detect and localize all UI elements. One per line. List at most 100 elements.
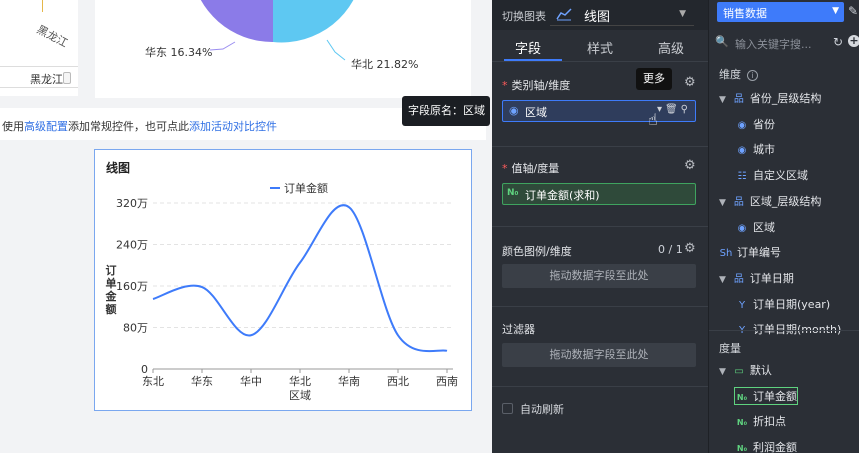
measures-title: 度量 (719, 342, 741, 355)
helper-prefix: 使用 (2, 120, 24, 133)
hierarchy-icon: 品 (733, 196, 744, 208)
pie-label-north: 华北 21.82% (351, 58, 419, 71)
category-gear-icon[interactable]: ⚙ (684, 75, 696, 90)
map-chart-card[interactable]: 黑龙江 黑龙江 (0, 0, 78, 96)
auto-refresh-label: 自动刷新 (520, 403, 564, 416)
search-icon: 🔍 (715, 35, 729, 48)
tab-style[interactable]: 样式 (587, 38, 613, 57)
field-tree-item[interactable]: ◉ 省份 (735, 116, 775, 132)
filter-title: 过滤器 (502, 323, 535, 336)
field-search[interactable]: 🔍 输入关键字搜... (715, 34, 833, 52)
report-canvas: 黑龙江 黑龙江 华东 16.34% 华北 21.82% 使用高级配置添加常规控件… (0, 0, 492, 453)
section-divider (492, 306, 708, 307)
range-handle[interactable] (63, 72, 71, 84)
field-tree-label: 订单金额 (753, 389, 797, 403)
data-panel: 销售数据 ▼ ✎ 🔍 输入关键字搜... ↻ + 维度 i ▼ 品省份_层级结构 ◉ 省… (708, 0, 859, 453)
location-icon: ◉ (737, 119, 747, 131)
chart-type-select[interactable]: 线图 ▼ (550, 4, 694, 26)
line-chart: 080万160万240万320万东北 华东 华中 华北 华南 西北 西南区域订单金额订单金额 (105, 181, 459, 402)
hand-cursor-icon: ☝ (648, 110, 658, 129)
add-field-icon[interactable]: + (848, 35, 859, 47)
y-axis-title-char: 单 (106, 276, 117, 290)
value-field-label: 订单金额(求和) (525, 189, 600, 202)
field-tree-item[interactable]: ◉ 区域 (735, 219, 775, 235)
y-tick-label: 240万 (116, 239, 148, 252)
auto-refresh-checkbox[interactable] (502, 403, 513, 414)
category-axis-title: * 类别轴/维度 (502, 77, 570, 93)
color-drop-zone[interactable]: 拖动数据字段至此处 (502, 264, 696, 288)
info-icon[interactable]: i (747, 70, 758, 81)
color-gear-icon[interactable]: ⚙ (684, 241, 696, 256)
expand-toggle-icon[interactable]: ▼ (719, 95, 726, 105)
text-field-icon: Sh (719, 248, 733, 260)
expand-toggle-icon[interactable]: ▼ (719, 367, 726, 377)
location-icon: ◉ (509, 104, 519, 117)
y-tick-label: 160万 (116, 280, 148, 293)
more-tooltip: 更多 (636, 68, 672, 90)
add-compare-control-link[interactable]: 添加活动对比控件 (189, 120, 277, 133)
value-axis-title: * 值轴/度量 (502, 160, 559, 176)
value-gear-icon[interactable]: ⚙ (684, 158, 696, 173)
hierarchy-icon: 品 (733, 273, 744, 285)
x-tick-label: 东北 (142, 375, 164, 388)
filter-drop-zone[interactable]: 拖动数据字段至此处 (502, 343, 696, 367)
date-icon: Y (738, 299, 746, 311)
field-tree-item[interactable]: ▼ ▭ 默认 (719, 362, 772, 378)
section-divider (492, 386, 708, 387)
tab-fields[interactable]: 字段 (515, 38, 541, 57)
category-field-pill[interactable]: ◉ 区域 ▾🗑⚲ (502, 100, 696, 122)
location-icon: ◉ (737, 145, 747, 157)
field-tree-label: 省份 (753, 117, 775, 131)
field-tree-item[interactable]: Y 订单日期(year) (735, 296, 830, 312)
field-tree-label: 利润金额 (753, 441, 797, 453)
chevron-down-icon: ▼ (832, 6, 839, 16)
drill-icon[interactable]: ⚲ (681, 104, 691, 115)
y-axis-title-char: 订 (106, 263, 117, 277)
map-accent-line (42, 0, 43, 12)
field-tree-item[interactable]: ▼ 品省份_层级结构 (719, 90, 821, 106)
field-tree-label: 自定义区域 (753, 169, 808, 183)
y-tick-label: 80万 (123, 322, 148, 335)
field-tree-item[interactable]: N₀ 折扣点 (735, 413, 786, 429)
number-icon: N₀ (507, 188, 519, 198)
field-tree-item[interactable]: ▼ 品订单日期 (719, 270, 794, 286)
field-tree-item[interactable]: N₀ 利润金额 (735, 439, 797, 453)
field-tree-label: 订单编号 (737, 246, 781, 260)
config-tabs: 字段 样式 高级 (492, 30, 708, 62)
x-tick-label: 华北 (289, 374, 311, 388)
switch-chart-label: 切换图表 (502, 10, 546, 23)
color-legend-title: 颜色图例/维度 (502, 245, 572, 258)
value-field-pill[interactable]: N₀ 订单金额(求和) (502, 183, 696, 205)
number-icon: N₀ (736, 392, 748, 402)
field-tree-item[interactable]: ▼ 品区域_层级结构 (719, 193, 821, 209)
dataset-select[interactable]: 销售数据 ▼ (717, 2, 844, 22)
hierarchy-icon: 品 (733, 94, 744, 105)
field-tree-label: 默认 (749, 364, 772, 377)
pie-chart-card[interactable]: 华东 16.34% 华北 21.82% (95, 0, 471, 98)
advanced-config-link[interactable]: 高级配置 (24, 120, 68, 133)
expand-toggle-icon[interactable]: ▼ (719, 198, 726, 208)
section-divider (492, 146, 708, 147)
delete-icon[interactable]: 🗑 (665, 104, 681, 115)
chevron-down-icon: ▼ (679, 9, 686, 19)
map-range-bar: 黑龙江 (0, 66, 78, 88)
map-region-label: 黑龙江 (34, 22, 70, 50)
field-tree-label: 折扣点 (753, 415, 786, 429)
field-tree-item[interactable]: ☷ 自定义区域 (735, 167, 808, 183)
tab-advanced[interactable]: 高级 (658, 38, 684, 57)
chart-config-panel: 切换图表 线图 ▼ 字段 样式 高级 * 类别轴/维度 ⚙ ◉ 区域 ▾🗑⚲ * 值… (492, 0, 708, 453)
field-tree-item[interactable]: Sh 订单编号 (719, 244, 781, 260)
refresh-icon[interactable]: ↻ (833, 35, 843, 49)
line-chart-card[interactable]: 线图 0 80万 160万 240万 320万 东北 华东 华中 华北 华南 西北 西南 区域订单金额订… (94, 149, 472, 411)
expand-toggle-icon[interactable]: ▼ (719, 275, 726, 285)
x-tick-label: 西北 (387, 375, 409, 388)
field-tree-item[interactable]: N₀ 订单金额 (734, 386, 798, 405)
edit-dataset-icon[interactable]: ✎ (848, 4, 858, 18)
more-caret-icon[interactable]: ▾ (657, 104, 665, 115)
field-tree-item[interactable]: ◉ 城市 (735, 141, 775, 157)
pie-leader-east (209, 41, 236, 51)
x-tick-label: 西南 (436, 375, 458, 388)
color-legend-count: 0 / 1 (658, 243, 683, 256)
chart-type-value: 线图 (584, 10, 611, 25)
active-tab-indicator (504, 59, 562, 61)
